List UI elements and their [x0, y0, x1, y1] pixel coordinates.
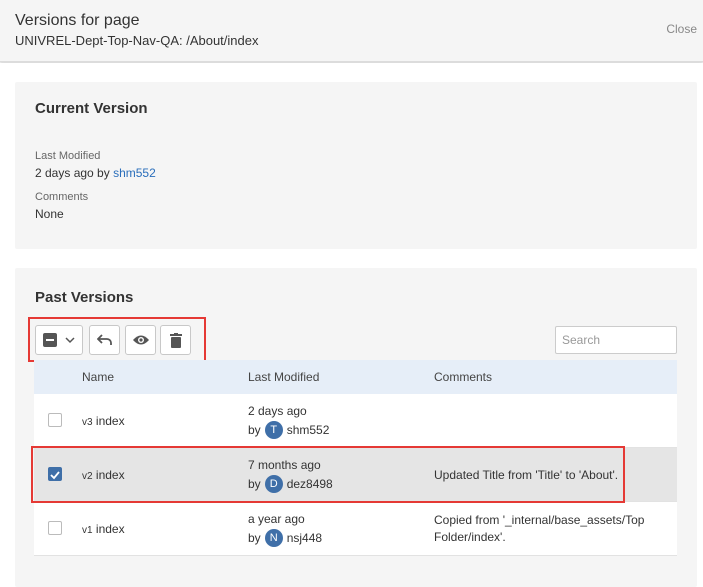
comments-label: Comments: [35, 191, 89, 203]
current-version-heading: Current Version: [35, 100, 148, 117]
version-comment: Copied from '_internal/base_assets/Top F…: [434, 512, 644, 546]
dialog-header: Versions for page UNIVREL-Dept-Top-Nav-Q…: [0, 0, 703, 62]
comments-value: None: [35, 207, 64, 221]
avatar: N: [264, 529, 283, 547]
last-modified-user-link[interactable]: shm552: [113, 166, 156, 180]
version-number: v1: [82, 525, 93, 536]
column-header-comments[interactable]: Comments: [434, 370, 492, 384]
version-modified: a year ago by N nsj448: [248, 512, 322, 547]
version-file: index: [95, 522, 125, 536]
modified-by: by T shm552: [248, 421, 329, 439]
version-name: v3 index: [82, 414, 125, 428]
version-name: v1 index: [82, 522, 125, 536]
comment-line: Folder/index'.: [434, 530, 506, 544]
modified-user: nsj448: [286, 531, 323, 545]
table-row[interactable]: v1 index a year ago by N nsj448 Copied f…: [34, 502, 677, 556]
row-checkbox[interactable]: [48, 521, 62, 535]
dialog-subtitle: UNIVREL-Dept-Top-Nav-QA: /About/index: [15, 33, 259, 48]
modified-time: 2 days ago: [248, 404, 307, 418]
version-number: v3: [82, 417, 93, 428]
past-versions-heading: Past Versions: [35, 289, 134, 306]
current-version-card: Current Version Last Modified 2 days ago…: [15, 82, 697, 249]
table-header: Name Last Modified Comments: [34, 360, 677, 394]
column-header-last-modified[interactable]: Last Modified: [248, 370, 319, 384]
comment-line: Copied from '_internal/base_assets/Top: [434, 513, 645, 527]
dialog-title: Versions for page: [15, 12, 140, 29]
modified-time: a year ago: [248, 512, 305, 526]
close-button[interactable]: Close: [666, 22, 697, 36]
version-modified: 2 days ago by T shm552: [248, 404, 329, 439]
table-row[interactable]: v3 index 2 days ago by T shm552: [34, 394, 677, 448]
last-modified-prefix: 2 days ago by: [35, 166, 110, 180]
toolbar-highlight: [28, 317, 206, 362]
avatar: T: [264, 421, 283, 439]
search-input[interactable]: [555, 326, 677, 354]
by-label: by: [248, 423, 261, 437]
modified-by: by N nsj448: [248, 529, 322, 547]
version-file: index: [95, 414, 125, 428]
by-label: by: [248, 531, 261, 545]
last-modified-label: Last Modified: [35, 150, 101, 162]
modified-user: shm552: [286, 423, 330, 437]
column-header-name[interactable]: Name: [82, 370, 114, 384]
row-checkbox[interactable]: [48, 413, 62, 427]
selected-row-highlight: [31, 446, 625, 503]
last-modified-value: 2 days ago by shm552: [35, 166, 156, 180]
